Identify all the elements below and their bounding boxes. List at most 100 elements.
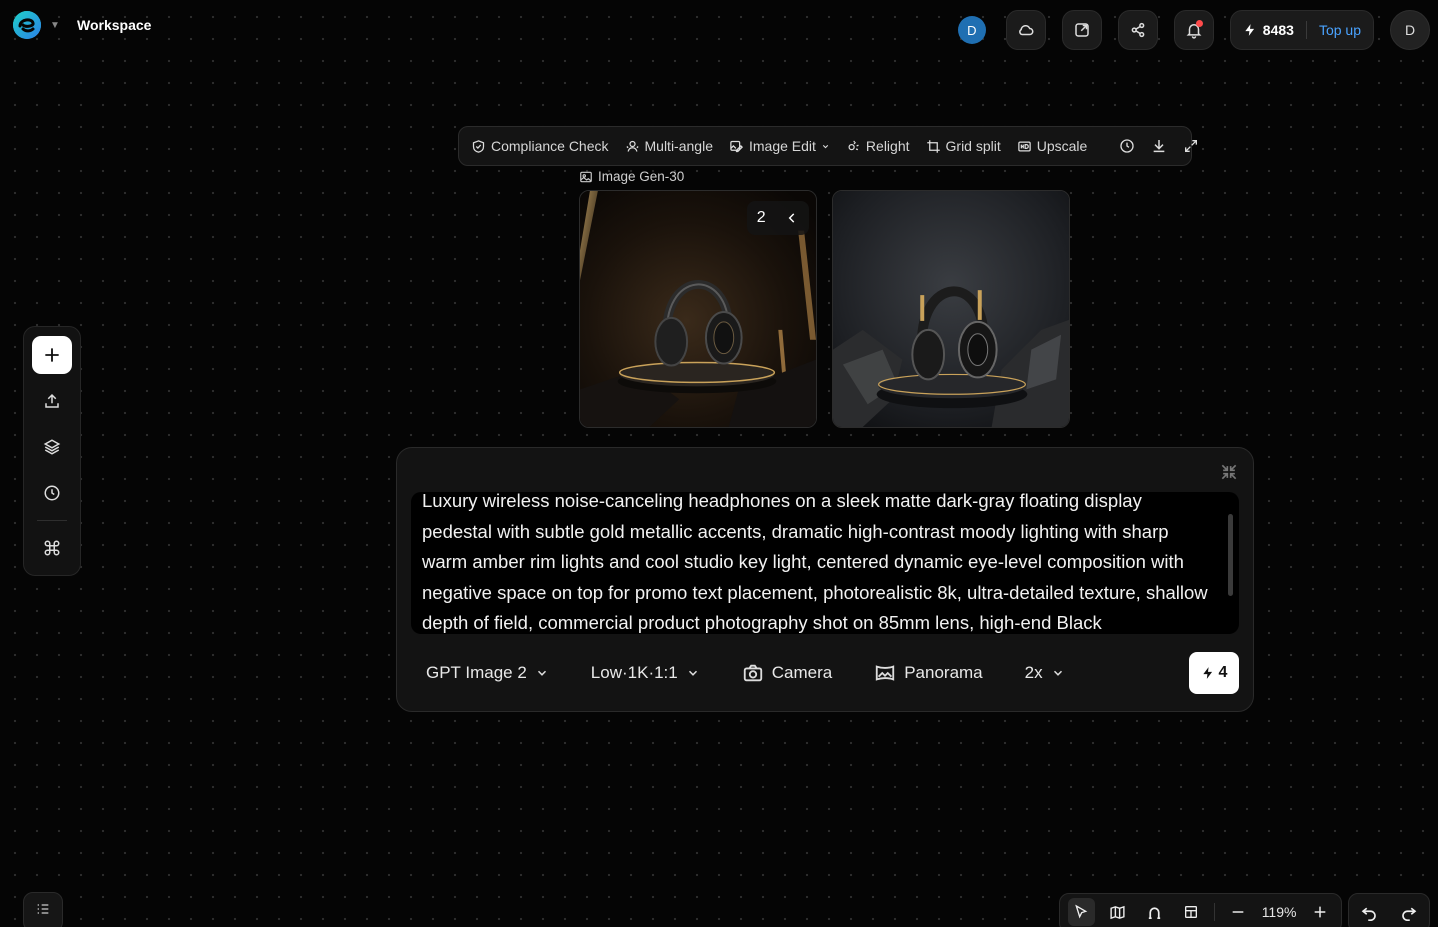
user-avatar[interactable]: D xyxy=(1390,10,1430,50)
add-node-button[interactable] xyxy=(32,336,72,375)
toolbar-divider xyxy=(37,520,67,522)
notification-badge xyxy=(1195,20,1203,27)
image-pager[interactable]: 2 xyxy=(747,201,809,235)
app-logo[interactable] xyxy=(12,10,42,40)
notifications-button[interactable] xyxy=(1173,10,1214,50)
credits-count: 8483 xyxy=(1262,22,1294,38)
image-toolbar: Compliance Check Multi-angle Image Edit … xyxy=(458,126,1198,166)
history-controls xyxy=(1348,893,1430,927)
download-icon xyxy=(1151,138,1167,154)
cloud-icon xyxy=(1017,21,1035,39)
collaborator-avatar[interactable]: D xyxy=(957,16,986,44)
expand-icon xyxy=(1183,138,1199,154)
share-button[interactable] xyxy=(1117,10,1158,50)
history-button[interactable] xyxy=(32,474,72,512)
prompt-text: Luxury wireless noise-canceling headphon… xyxy=(422,492,1208,633)
redo-icon xyxy=(1400,903,1418,921)
layout-tool-button[interactable] xyxy=(1178,898,1205,926)
quality-select[interactable]: Low·1K·1:1 xyxy=(591,663,700,683)
relight-icon xyxy=(846,139,861,154)
open-external-button[interactable] xyxy=(1061,10,1102,50)
model-select[interactable]: GPT Image 2 xyxy=(426,663,549,683)
select-tool-button[interactable] xyxy=(1068,898,1095,926)
node-title: Image Gen-30 xyxy=(598,169,685,184)
list-icon xyxy=(35,901,51,917)
multi-angle-button[interactable]: Multi-angle xyxy=(625,138,713,154)
external-link-icon xyxy=(1073,21,1091,39)
node-label: Image Gen-30 xyxy=(579,169,684,184)
camera-icon xyxy=(742,662,764,684)
prompt-textarea[interactable]: Luxury wireless noise-canceling headphon… xyxy=(411,492,1239,634)
zoom-level[interactable]: 119% xyxy=(1262,904,1297,920)
cloud-sync-button[interactable] xyxy=(1005,10,1046,50)
lightning-icon xyxy=(1201,666,1215,680)
count-select[interactable]: 2x xyxy=(1025,663,1065,683)
prompt-panel: Luxury wireless noise-canceling headphon… xyxy=(396,447,1254,712)
image-icon xyxy=(579,170,593,184)
top-right-actions: D 8483 Top up D xyxy=(957,10,1430,50)
generated-image-2[interactable] xyxy=(832,190,1070,428)
clock-icon xyxy=(1119,138,1135,154)
outline-toggle-button[interactable] xyxy=(23,892,63,927)
lightning-icon xyxy=(1243,23,1257,37)
cursor-icon xyxy=(1073,904,1089,920)
generate-button[interactable]: 4 xyxy=(1189,652,1239,694)
magnet-icon xyxy=(1146,904,1163,921)
share-icon xyxy=(1129,21,1147,39)
panorama-icon xyxy=(874,662,896,684)
compliance-check-button[interactable]: Compliance Check xyxy=(471,138,609,154)
zoom-out-button[interactable] xyxy=(1225,898,1252,926)
map-tool-button[interactable] xyxy=(1105,898,1132,926)
image-edit-icon xyxy=(729,139,744,154)
layers-button[interactable] xyxy=(32,428,72,466)
plus-icon xyxy=(42,345,62,365)
hd-icon xyxy=(1017,139,1032,154)
collapse-button[interactable] xyxy=(1219,462,1239,482)
map-icon xyxy=(1109,904,1126,921)
workspace-title[interactable]: Workspace xyxy=(77,17,151,33)
prompt-scrollbar[interactable] xyxy=(1228,514,1233,596)
generation-controls: GPT Image 2 Low·1K·1:1 Camera Panorama 2… xyxy=(426,652,1239,694)
undo-icon xyxy=(1360,903,1378,921)
credits-panel[interactable]: 8483 Top up xyxy=(1229,10,1374,50)
top-up-link[interactable]: Top up xyxy=(1319,22,1361,38)
shortcuts-button[interactable] xyxy=(32,529,72,567)
magnet-tool-button[interactable] xyxy=(1141,898,1168,926)
layout-icon xyxy=(1183,904,1199,920)
layers-icon xyxy=(43,438,61,456)
multi-angle-icon xyxy=(625,139,640,154)
zoom-in-button[interactable] xyxy=(1306,898,1333,926)
fullscreen-button[interactable] xyxy=(1183,138,1199,154)
upscale-button[interactable]: Upscale xyxy=(1017,138,1087,154)
camera-button[interactable]: Camera xyxy=(742,662,832,684)
credits-divider xyxy=(1305,21,1307,39)
download-button[interactable] xyxy=(1151,138,1167,154)
image-history-button[interactable] xyxy=(1119,138,1135,154)
chevron-left-icon[interactable] xyxy=(785,211,799,225)
clock-icon xyxy=(43,484,61,502)
minus-icon xyxy=(1230,904,1246,920)
pager-count: 2 xyxy=(756,209,766,226)
workspace-dropdown-icon[interactable]: ▼ xyxy=(50,20,60,31)
relight-button[interactable]: Relight xyxy=(846,138,910,154)
crop-icon xyxy=(926,139,941,154)
upload-icon xyxy=(43,392,61,410)
shield-check-icon xyxy=(471,139,486,154)
upload-button[interactable] xyxy=(32,382,72,420)
redo-button[interactable] xyxy=(1395,898,1423,926)
command-icon xyxy=(43,539,61,557)
chevron-down-icon xyxy=(821,142,830,151)
toolbar-divider xyxy=(1214,903,1216,921)
grid-split-button[interactable]: Grid split xyxy=(926,138,1001,154)
left-toolbar xyxy=(23,326,81,576)
generate-cost: 4 xyxy=(1218,664,1228,681)
undo-button[interactable] xyxy=(1355,898,1383,926)
panorama-button[interactable]: Panorama xyxy=(874,662,983,684)
plus-icon xyxy=(1312,904,1328,920)
image-edit-button[interactable]: Image Edit xyxy=(729,138,830,154)
canvas-toolbar: 119% xyxy=(1059,893,1342,927)
collapse-icon xyxy=(1219,462,1239,482)
chevron-down-icon xyxy=(1051,666,1065,680)
chevron-down-icon xyxy=(535,666,549,680)
chevron-down-icon xyxy=(686,666,700,680)
